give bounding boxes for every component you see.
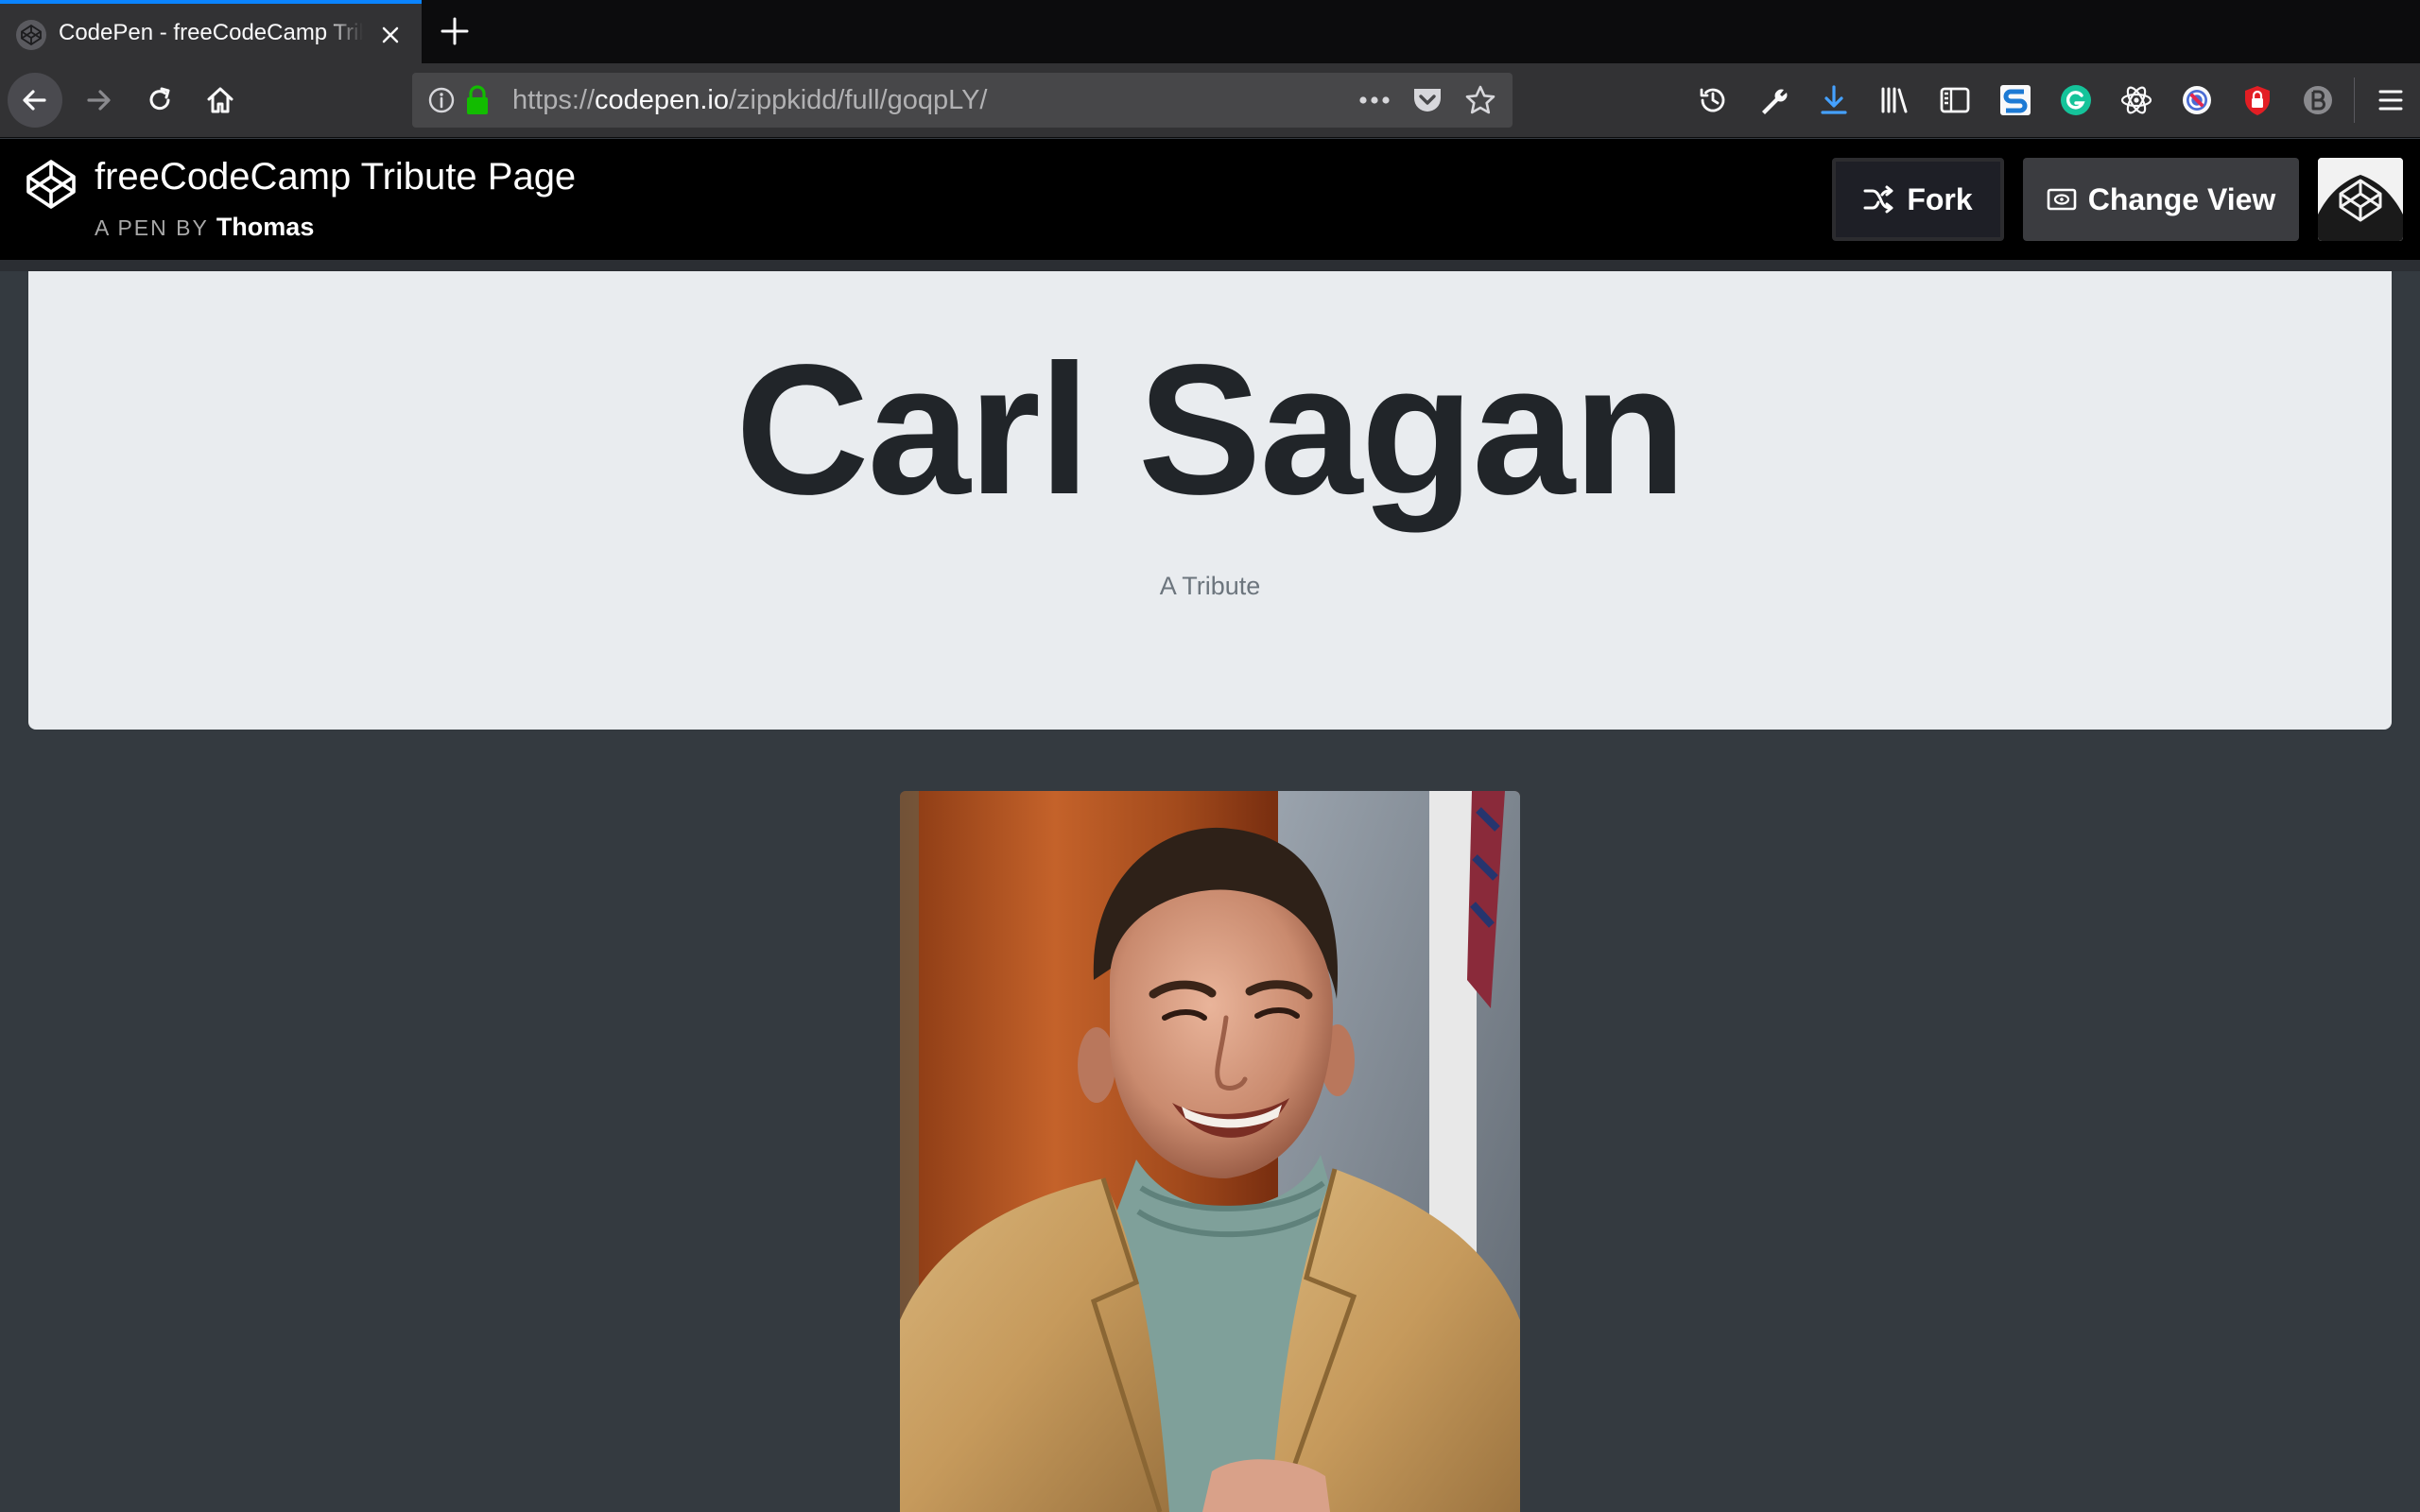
pen-title: freeCodeCamp Tribute Page [95, 156, 577, 198]
react-devtools-icon [2120, 86, 2152, 114]
browser-toolbar: https://codepen.io/zippkidd/full/goqpLY/ [0, 63, 2420, 138]
codepen-icon [16, 20, 46, 50]
pen-byline: A PEN BY Thomas [95, 213, 314, 242]
view-icon [2047, 188, 2077, 211]
header-divider [0, 260, 2420, 271]
byline-prefix: A PEN BY [95, 215, 209, 240]
tab-title: CodePen - freeCodeCamp Tribute Page [59, 20, 363, 46]
user-avatar-icon [2318, 158, 2403, 241]
menu-button[interactable] [2360, 73, 2420, 128]
library-icon [1881, 87, 1908, 113]
forward-button[interactable] [72, 73, 127, 128]
portrait-photo [900, 791, 1520, 1512]
s-extension-button[interactable] [1985, 73, 2046, 128]
arrow-left-icon [23, 90, 46, 111]
b-extension-button[interactable] [2288, 73, 2348, 128]
codepen-header: freeCodeCamp Tribute Page A PEN BY Thoma… [0, 139, 2420, 260]
menu-icon [2378, 90, 2403, 111]
react-devtools-button[interactable] [2106, 73, 2167, 128]
history-button[interactable] [1683, 73, 1743, 128]
b-extension-icon [2304, 86, 2332, 114]
plus-icon[interactable] [437, 13, 473, 49]
developer-button[interactable] [1743, 73, 1804, 128]
browser-tab[interactable]: CodePen - freeCodeCamp Tribute Page [0, 0, 422, 63]
page-title: Carl Sagan [735, 326, 1686, 533]
codepen-logo-icon[interactable] [25, 158, 78, 211]
avatar[interactable] [2318, 158, 2403, 241]
page-actions-button[interactable] [1356, 82, 1393, 118]
blocker-icon [2183, 86, 2211, 114]
fork-label: Fork [1907, 181, 1973, 216]
portrait-image [900, 791, 1520, 1512]
browser-tab-strip: CodePen - freeCodeCamp Tribute Page [0, 0, 2420, 63]
library-button[interactable] [1864, 73, 1925, 128]
history-icon [1700, 88, 1725, 112]
star-icon [1465, 85, 1495, 114]
s-extension-icon [2000, 85, 2031, 115]
back-button[interactable] [8, 73, 62, 128]
arrow-right-icon [87, 90, 111, 111]
more-icon [1359, 96, 1390, 104]
grammarly-button[interactable] [2046, 73, 2106, 128]
home-button[interactable] [193, 73, 248, 128]
reload-icon [149, 87, 170, 111]
reload-button[interactable] [132, 73, 187, 128]
author-link[interactable]: Thomas [216, 213, 315, 241]
url-bar[interactable]: https://codepen.io/zippkidd/full/goqpLY/ [412, 73, 1512, 128]
url-scheme: https:// [512, 85, 596, 115]
close-icon[interactable] [374, 19, 406, 51]
url-host: codepen.io [595, 85, 729, 115]
pocket-button[interactable] [1409, 82, 1446, 118]
fork-icon [1863, 185, 1893, 214]
download-icon [1821, 85, 1847, 114]
shield-icon [2245, 86, 2270, 115]
shield-button[interactable] [2227, 73, 2288, 128]
blocker-button[interactable] [2167, 73, 2227, 128]
fork-button[interactable]: Fork [1832, 158, 2004, 241]
page-subtitle: A Tribute [1159, 572, 1261, 600]
toolbar-separator [2354, 77, 2355, 123]
info-icon[interactable] [427, 86, 456, 114]
bookmark-button[interactable] [1461, 82, 1499, 118]
jumbotron: Carl Sagan A Tribute [28, 271, 2392, 730]
grammarly-icon [2061, 85, 2091, 115]
url-path: /zippkidd/full/goqpLY/ [728, 85, 988, 115]
sidebar-icon [1940, 87, 1970, 113]
wrench-icon [1762, 89, 1788, 114]
pocket-icon [1414, 89, 1441, 112]
downloads-button[interactable] [1804, 73, 1864, 128]
home-icon [207, 87, 233, 113]
change-view-label: Change View [2087, 181, 2276, 216]
change-view-button[interactable]: Change View [2023, 158, 2299, 241]
url-text[interactable]: https://codepen.io/zippkidd/full/goqpLY/ [512, 85, 988, 116]
sidebar-button[interactable] [1925, 73, 1985, 128]
lock-icon[interactable] [465, 84, 490, 116]
